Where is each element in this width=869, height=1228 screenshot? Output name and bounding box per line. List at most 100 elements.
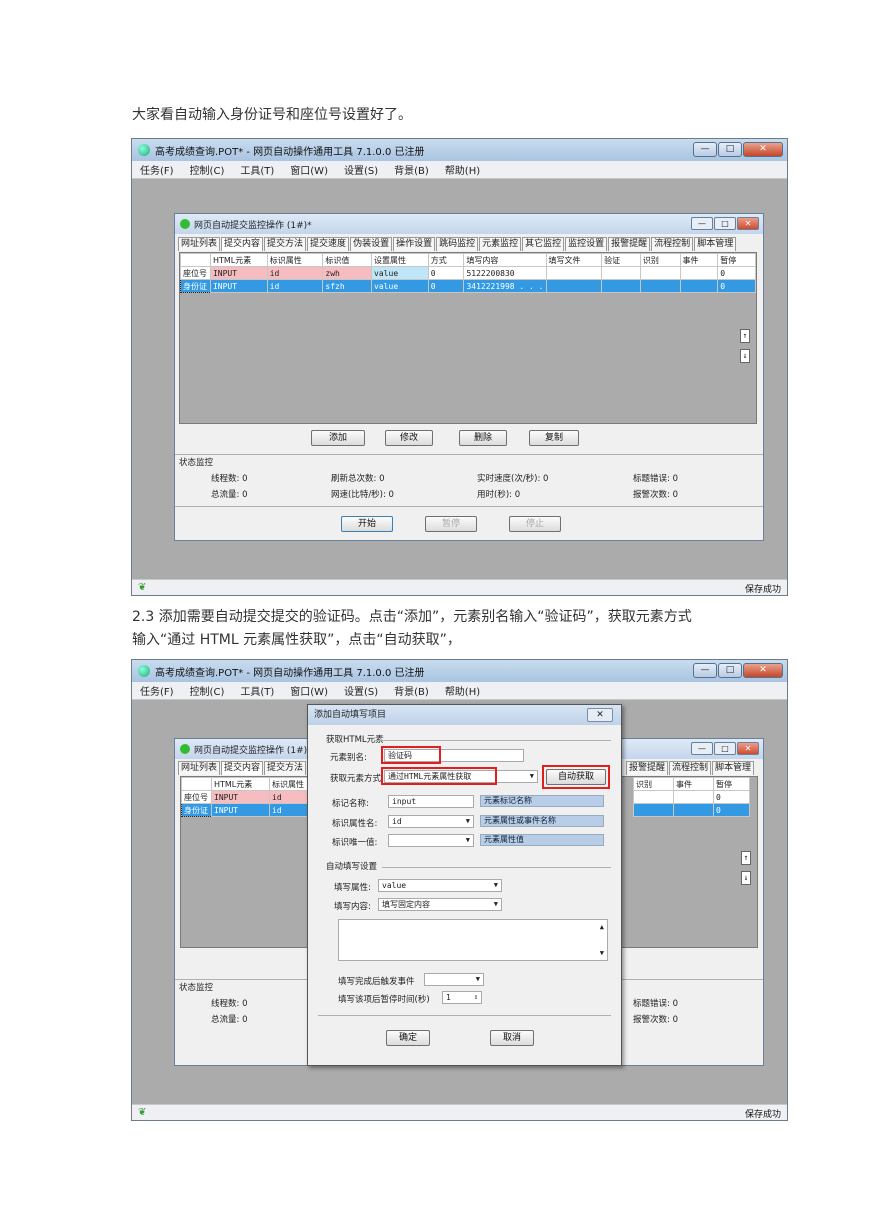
tab-jump-monitor[interactable]: 跳码监控 — [436, 237, 479, 251]
monitor-minimize-button[interactable]: — — [691, 217, 713, 230]
column-header: 事件 — [679, 253, 719, 267]
tab-url-list[interactable]: 网址列表 — [178, 761, 221, 775]
tab-element-monitor[interactable]: 元素监控 — [479, 237, 522, 251]
stat-title-errors: 标题错误: 0 — [633, 999, 678, 1009]
tab-submit-speed[interactable]: 提交速度 — [307, 237, 350, 251]
tab-submit-method[interactable]: 提交方法 — [264, 237, 307, 251]
fill-attr-select[interactable]: value ▼ — [378, 879, 502, 892]
tab-alarm[interactable]: 报警提醒 — [626, 761, 669, 775]
menu-settings[interactable]: 设置(S) — [344, 162, 378, 177]
tab-other-monitor[interactable]: 其它监控 — [522, 237, 565, 251]
menu-task[interactable]: 任务(F) — [140, 683, 174, 698]
edit-button[interactable]: 修改 — [385, 430, 433, 446]
move-down-button[interactable]: ↓ — [741, 871, 751, 885]
minimize-button[interactable]: — — [693, 663, 717, 678]
spinner-arrows-icon: ⇕ — [473, 993, 478, 1001]
tab-submit-content[interactable]: 提交内容 — [221, 761, 264, 775]
table-row[interactable]: 身份证 INPUT id — [181, 803, 310, 817]
table-row[interactable]: 座位号 INPUT id — [181, 790, 310, 804]
table-cell: 0 — [717, 279, 756, 293]
stop-button[interactable]: 停止 — [509, 516, 561, 532]
column-header: 标识属性 — [266, 253, 324, 267]
tagname-label: 标记名称: — [332, 799, 369, 809]
attrname-label: 标识属性名: — [332, 819, 378, 829]
status-text: 保存成功 — [744, 585, 781, 595]
move-up-button[interactable]: ↑ — [741, 851, 751, 865]
pause-button[interactable]: 暂停 — [425, 516, 477, 532]
add-button[interactable]: 添加 — [311, 430, 365, 446]
menu-tools[interactable]: 工具(T) — [240, 162, 274, 177]
tagname-input[interactable]: input — [388, 795, 474, 808]
stat-speed: 实时速度(次/秒): 0 — [477, 474, 549, 484]
tab-monitor-settings[interactable]: 监控设置 — [565, 237, 608, 251]
table-cell: zwh — [322, 266, 373, 280]
menu-help[interactable]: 帮助(H) — [445, 683, 480, 698]
fill-content-textarea[interactable]: ▲ ▼ — [338, 919, 608, 961]
attrname-select[interactable]: id ▼ — [388, 815, 474, 828]
menu-background[interactable]: 背景(B) — [394, 162, 429, 177]
fill-attr-value: value — [382, 881, 407, 890]
menu-window[interactable]: 窗口(W) — [290, 683, 328, 698]
cancel-button[interactable]: 取消 — [490, 1030, 534, 1046]
table-cell: id — [266, 266, 324, 280]
delete-button[interactable]: 删除 — [459, 430, 507, 446]
pause-spinner[interactable]: 1 ⇕ — [442, 991, 482, 1004]
copy-button[interactable]: 复制 — [529, 430, 579, 446]
monitor-maximize-button[interactable]: □ — [714, 217, 736, 230]
tab-script[interactable]: 脚本管理 — [694, 237, 737, 251]
monitor-maximize-button[interactable]: □ — [714, 742, 736, 755]
table-cell — [601, 279, 641, 293]
fill-content-select[interactable]: 填写固定内容 ▼ — [378, 898, 502, 911]
tab-script[interactable]: 脚本管理 — [712, 761, 755, 775]
maximize-button[interactable]: □ — [718, 142, 742, 157]
monitor-minimize-button[interactable]: — — [691, 742, 713, 755]
table-row[interactable]: 座位号 INPUT id zwh value 0 5122200830 0 — [180, 266, 756, 280]
column-header: HTML元素 — [211, 777, 270, 791]
menu-task[interactable]: 任务(F) — [140, 162, 174, 177]
move-up-button[interactable]: ↑ — [740, 329, 750, 343]
chevron-down-icon: ▼ — [493, 900, 498, 908]
close-button[interactable]: ✕ — [743, 142, 783, 157]
monitor-close-button[interactable]: ✕ — [737, 217, 759, 230]
table-row-tail[interactable]: 0 — [633, 790, 750, 804]
highlight-method — [381, 767, 497, 785]
close-button[interactable]: ✕ — [743, 663, 783, 678]
tab-operation[interactable]: 操作设置 — [393, 237, 436, 251]
table-cell: INPUT — [211, 803, 270, 817]
ok-button[interactable]: 确定 — [386, 1030, 430, 1046]
menu-control[interactable]: 控制(C) — [190, 683, 225, 698]
table-row-tail[interactable]: 0 — [633, 803, 750, 817]
tab-alarm[interactable]: 报警提醒 — [608, 237, 651, 251]
chevron-down-icon: ▼ — [475, 975, 480, 983]
tab-url-list[interactable]: 网址列表 — [178, 237, 221, 251]
table-cell: id — [269, 790, 310, 804]
tab-submit-content[interactable]: 提交内容 — [221, 237, 264, 251]
maximize-button[interactable]: □ — [718, 663, 742, 678]
menu-background[interactable]: 背景(B) — [394, 683, 429, 698]
monitor-window: 网页自动提交监控操作 (1#)* — □ ✕ 网址列表 提交内容 提交方法 提交… — [174, 213, 764, 541]
group-auto-fill: 自动填写设置 — [326, 862, 378, 872]
minimize-button[interactable]: — — [693, 142, 717, 157]
menu-control[interactable]: 控制(C) — [190, 162, 225, 177]
monitor-close-button[interactable]: ✕ — [737, 742, 759, 755]
monitor-titlebar: 网页自动提交监控操作 (1#)* — □ ✕ — [175, 214, 763, 234]
dialog-close-button[interactable]: ✕ — [587, 708, 613, 722]
group-line — [374, 740, 611, 741]
tab-submit-method[interactable]: 提交方法 — [264, 761, 307, 775]
tab-disguise[interactable]: 伪装设置 — [350, 237, 393, 251]
grid-corner — [181, 777, 212, 791]
unique-select[interactable]: ▼ — [388, 834, 474, 847]
start-button[interactable]: 开始 — [341, 516, 393, 532]
tab-flow-control[interactable]: 流程控制 — [651, 237, 694, 251]
table-row[interactable]: 身份证 INPUT id sfzh value 0 3412221998 . .… — [180, 279, 756, 293]
menu-help[interactable]: 帮助(H) — [445, 162, 480, 177]
tab-flow-control[interactable]: 流程控制 — [669, 761, 712, 775]
tagname-hint: 元素标记名称 — [480, 795, 604, 807]
table-cell: 5122200830 — [463, 266, 547, 280]
menu-settings[interactable]: 设置(S) — [344, 683, 378, 698]
trigger-select[interactable]: ▼ — [424, 973, 484, 986]
move-down-button[interactable]: ↓ — [740, 349, 750, 363]
menu-tools[interactable]: 工具(T) — [240, 683, 274, 698]
menu-window[interactable]: 窗口(W) — [290, 162, 328, 177]
table-cell — [673, 790, 714, 804]
